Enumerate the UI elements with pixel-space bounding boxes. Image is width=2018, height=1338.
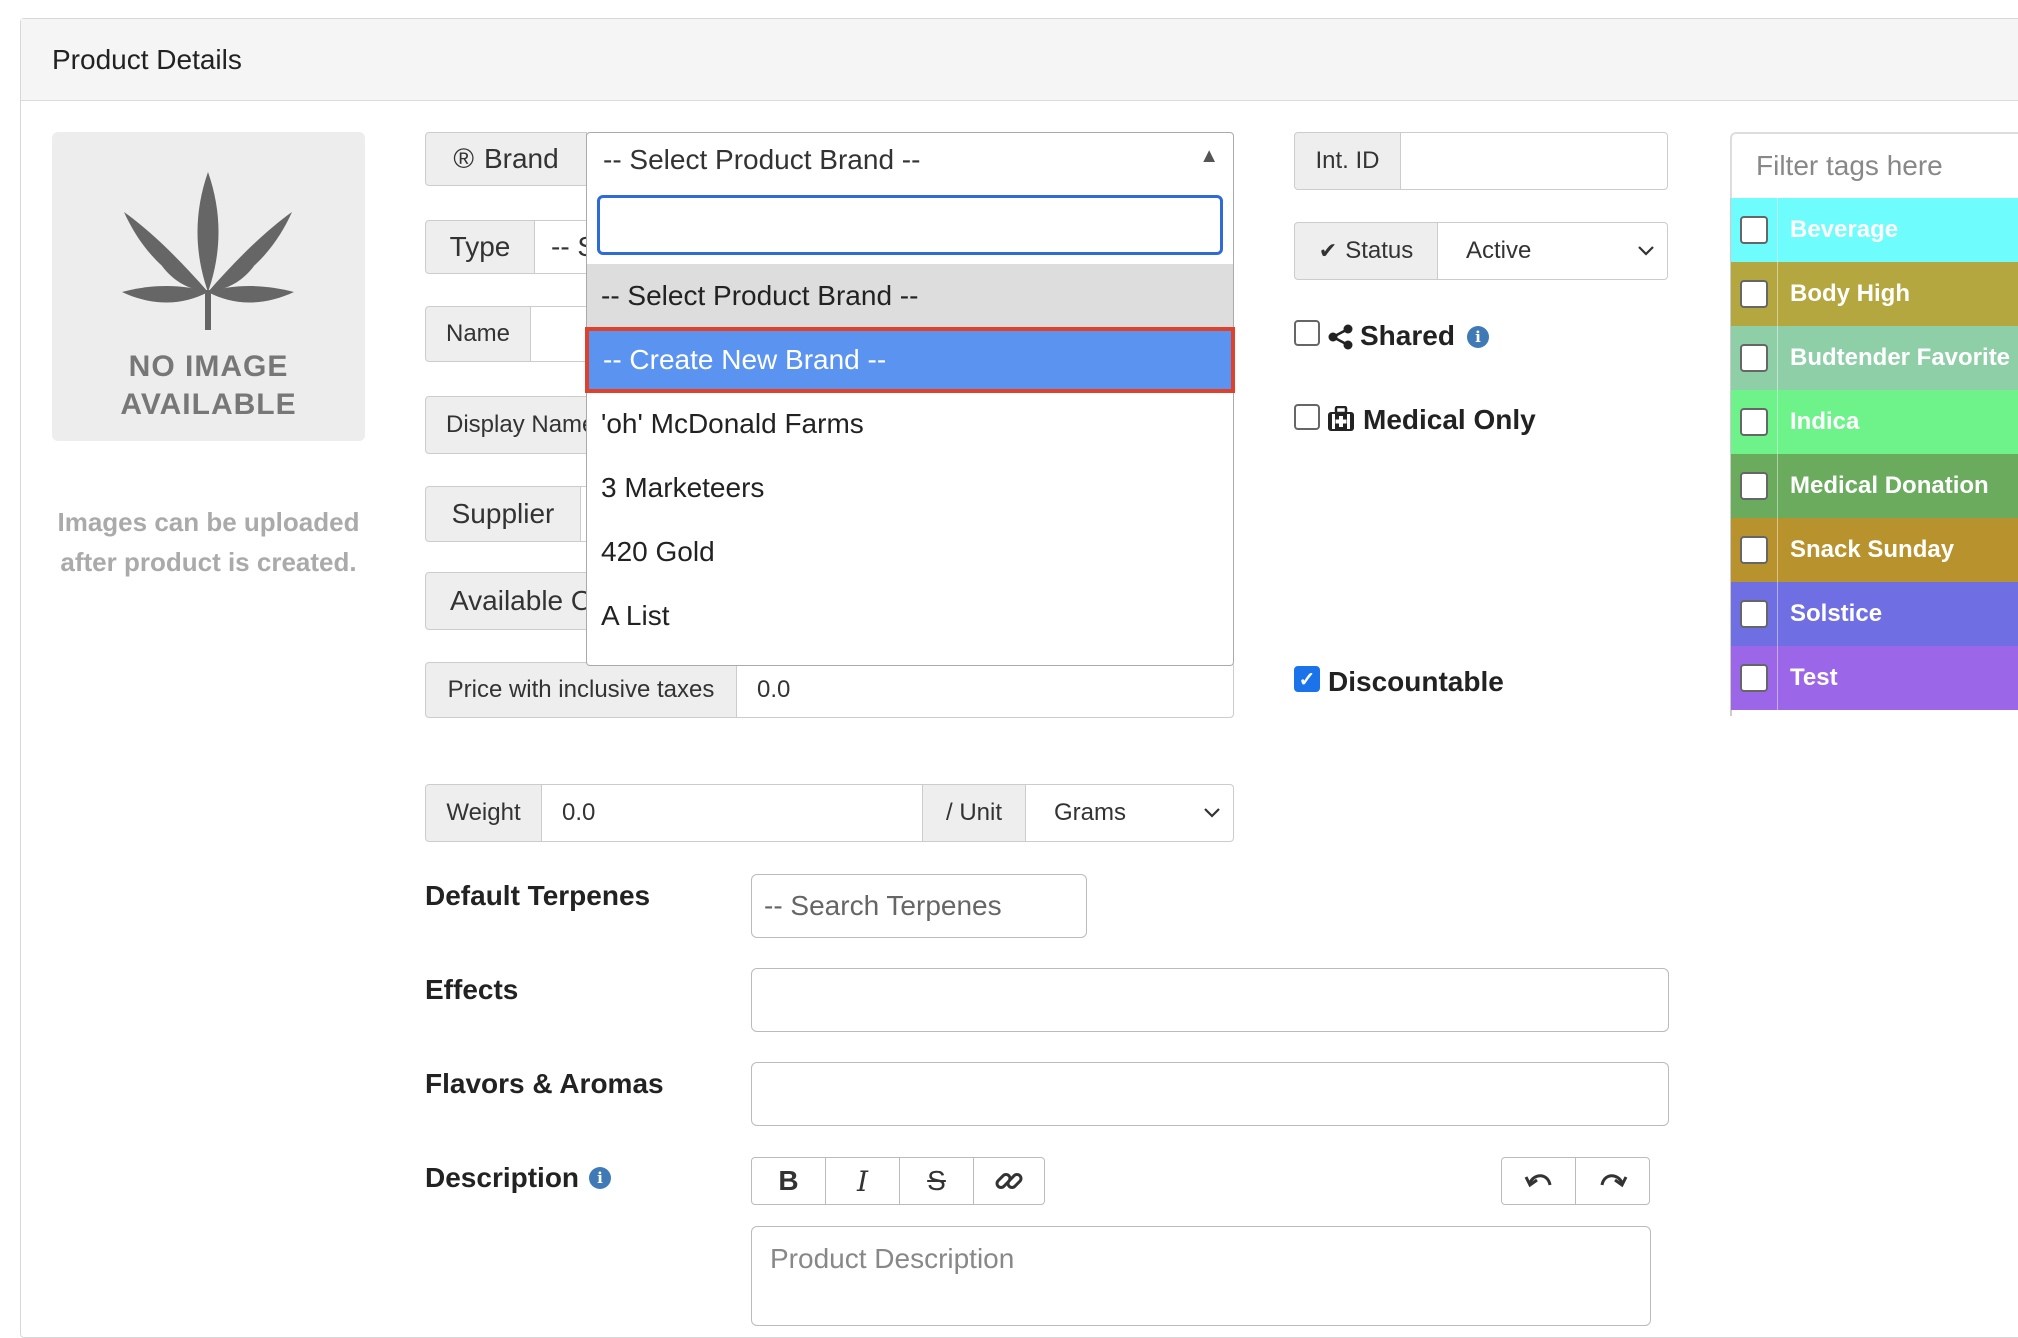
registered-icon: ® — [453, 143, 474, 174]
brand-option-create-new[interactable]: -- Create New Brand -- — [585, 327, 1235, 393]
brand-option[interactable]: 'oh' McDonald Farms — [587, 392, 1233, 456]
effects-input[interactable] — [751, 968, 1669, 1032]
italic-icon[interactable]: I — [825, 1157, 900, 1205]
type-label: Type — [425, 220, 535, 274]
no-image-text: NO IMAGE AVAILABLE — [120, 350, 297, 421]
tag-item[interactable]: Beverage — [1731, 198, 2018, 262]
strikethrough-icon[interactable]: S — [899, 1157, 974, 1205]
supplier-label: Supplier — [425, 486, 581, 542]
description-textarea[interactable]: Product Description — [751, 1226, 1651, 1326]
medical-only-label: Medical Only — [1363, 404, 1536, 435]
price-label: Price with inclusive taxes — [425, 662, 737, 718]
tag-checkbox[interactable] — [1740, 216, 1768, 244]
tag-item[interactable]: Snack Sunday — [1731, 518, 2018, 582]
status-label: ✔ Status — [1294, 222, 1438, 280]
info-icon[interactable]: i — [1467, 326, 1489, 348]
brand-option[interactable]: 3 Marketeers — [587, 456, 1233, 520]
unit-label: / Unit — [922, 784, 1026, 842]
tag-item[interactable]: Indica — [1731, 390, 2018, 454]
cannabis-leaf-icon — [122, 172, 294, 330]
name-input[interactable] — [530, 306, 588, 362]
tag-checkbox[interactable] — [1740, 664, 1768, 692]
int-id-label: Int. ID — [1294, 132, 1401, 190]
tag-checkbox[interactable] — [1740, 472, 1768, 500]
brand-select[interactable]: -- Select Product Brand -- ▲ — [586, 132, 1234, 188]
panel-title: Product Details — [52, 44, 242, 75]
medical-only-checkbox[interactable] — [1294, 404, 1320, 430]
name-label: Name — [425, 306, 531, 362]
discountable-label: Discountable — [1328, 666, 1504, 697]
unit-select[interactable]: Grams — [1025, 784, 1234, 842]
shared-checkbox[interactable] — [1294, 320, 1320, 346]
int-id-input[interactable] — [1400, 132, 1668, 190]
brand-search-input[interactable] — [597, 195, 1223, 255]
description-label: Description — [425, 1162, 580, 1193]
chevron-down-icon — [1638, 246, 1654, 256]
share-icon — [1328, 324, 1353, 350]
check-icon: ✔ — [1318, 238, 1338, 263]
tag-checkbox[interactable] — [1740, 536, 1768, 564]
tag-checkbox[interactable] — [1740, 408, 1768, 436]
tag-item[interactable]: Medical Donation — [1731, 454, 2018, 518]
available-label: Available O — [425, 572, 589, 630]
caret-up-icon: ▲ — [1199, 145, 1219, 167]
tag-item[interactable]: Budtender Favorite — [1731, 326, 2018, 390]
price-input[interactable]: 0.0 — [736, 662, 1234, 718]
weight-input[interactable]: 0.0 — [541, 784, 923, 842]
brand-label: ® Brand — [425, 132, 587, 186]
medkit-icon — [1328, 406, 1354, 431]
status-select[interactable]: Active — [1437, 222, 1668, 280]
tag-checkbox[interactable] — [1740, 600, 1768, 628]
flavors-aromas-input[interactable] — [751, 1062, 1669, 1126]
flavors-aromas-label: Flavors & Aromas — [425, 1068, 664, 1099]
display-name-label: Display Name — [425, 396, 589, 454]
brand-option[interactable]: -- Select Product Brand -- — [587, 264, 1233, 328]
effects-label: Effects — [425, 974, 519, 1005]
type-select[interactable]: -- S — [534, 220, 588, 274]
panel-header — [21, 19, 2018, 101]
weight-label: Weight — [425, 784, 542, 842]
chevron-down-icon — [1204, 808, 1220, 818]
link-icon[interactable] — [973, 1157, 1045, 1205]
tag-item[interactable]: Test — [1731, 646, 2018, 710]
brand-option[interactable]: A List — [587, 584, 1233, 648]
terpenes-search-input[interactable]: -- Search Terpenes — [751, 874, 1087, 938]
tag-item[interactable]: Body High — [1731, 262, 2018, 326]
bold-icon[interactable]: B — [751, 1157, 826, 1205]
tag-item[interactable]: Solstice — [1731, 582, 2018, 646]
brand-option[interactable]: 420 Gold — [587, 520, 1233, 584]
shared-label: Shared — [1360, 320, 1455, 351]
redo-icon[interactable] — [1575, 1157, 1650, 1205]
default-terpenes-label: Default Terpenes — [425, 880, 651, 911]
image-upload-note: Images can be uploaded after product is … — [57, 507, 360, 577]
info-icon[interactable]: i — [589, 1167, 611, 1189]
tag-checkbox[interactable] — [1740, 280, 1768, 308]
tag-checkbox[interactable] — [1740, 344, 1768, 372]
undo-icon[interactable] — [1501, 1157, 1576, 1205]
filter-tags-input[interactable]: Filter tags here — [1730, 132, 2018, 200]
discountable-checkbox[interactable]: ✓ — [1294, 666, 1320, 692]
